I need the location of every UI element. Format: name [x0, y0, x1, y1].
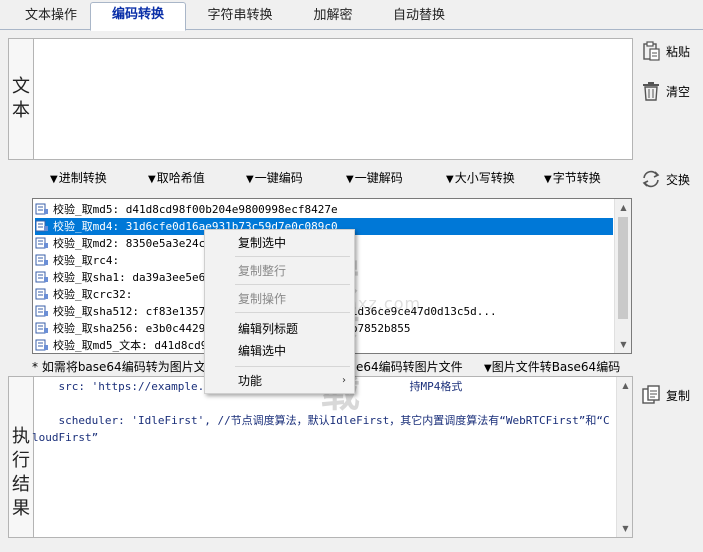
one-click-decode-button[interactable]: ▼一键解码	[346, 168, 403, 188]
copy-label: 复制	[666, 388, 691, 403]
tab-bar: 文本操作 编码转换 字符串转换 加解密 自动替换	[0, 0, 703, 31]
result-line: scheduler: 'IdleFirst', //节点调度算法，默认IdleF…	[32, 414, 610, 444]
tab-encoding[interactable]: 编码转换	[90, 2, 186, 31]
swap-button[interactable]: 交换	[640, 168, 690, 190]
paste-icon	[643, 41, 660, 61]
item-icon	[35, 322, 48, 334]
item-icon	[35, 203, 48, 215]
item-icon	[35, 237, 48, 249]
text-panel-label: 文本	[12, 76, 30, 121]
text-input[interactable]	[34, 39, 632, 159]
menu-copy-row[interactable]: 复制整行	[205, 260, 354, 282]
item-icon	[35, 288, 48, 300]
list-scrollbar[interactable]: ▲ ▼	[614, 199, 631, 353]
clear-label: 清空	[666, 84, 691, 99]
tab-text-ops[interactable]: 文本操作	[14, 4, 88, 30]
tab-string-convert[interactable]: 字符串转换	[192, 4, 288, 30]
tab-crypto[interactable]: 加解密	[296, 4, 370, 30]
item-icon	[35, 254, 48, 266]
list-item[interactable]: 校验_取md5: d41d8cd98f00b204e9800998ecf8427…	[35, 201, 613, 218]
byte-convert-button[interactable]: ▼字节转换	[544, 168, 601, 188]
menu-separator	[235, 312, 350, 313]
text-panel: 文本	[8, 38, 633, 160]
menu-edit-selected[interactable]: 编辑选中	[205, 340, 354, 362]
result-scrollbar[interactable]: ▲ ▼	[616, 377, 632, 537]
scroll-up-icon[interactable]: ▲	[615, 199, 631, 216]
menu-separator	[235, 256, 350, 257]
copy-icon	[642, 385, 660, 404]
case-convert-button[interactable]: ▼大小写转换	[446, 168, 515, 188]
item-icon	[35, 271, 48, 283]
result-text[interactable]: src: 'https://example.mp4', 持MP4格式 sched…	[32, 378, 615, 538]
chevron-right-icon: ›	[342, 375, 346, 386]
item-icon	[35, 339, 48, 351]
swap-icon	[642, 170, 660, 188]
hash-button[interactable]: ▼取哈希值	[148, 168, 205, 188]
image-to-base64-button[interactable]: ▼图片文件转Base64编码	[484, 358, 620, 376]
menu-separator	[235, 366, 350, 367]
radix-convert-button[interactable]: ▼进制转换	[50, 168, 107, 188]
scroll-up-icon[interactable]: ▲	[617, 377, 634, 394]
base64-hint: * 如需将base64编码转为图片文件	[32, 360, 218, 374]
trash-icon	[643, 82, 659, 101]
paste-label: 粘贴	[666, 44, 691, 59]
clear-button[interactable]: 清空	[640, 80, 690, 102]
menu-copy-operation[interactable]: 复制操作	[205, 288, 354, 310]
scroll-thumb[interactable]	[618, 217, 628, 319]
context-menu: 复制选中 复制整行 复制操作 编辑列标题 编辑选中 功能 ›	[204, 229, 355, 394]
menu-copy-selected[interactable]: 复制选中	[205, 232, 354, 254]
menu-function[interactable]: 功能 ›	[205, 370, 354, 392]
result-panel-label: 执行结果	[12, 426, 30, 519]
paste-button[interactable]: 粘贴	[640, 40, 690, 62]
menu-separator	[235, 284, 350, 285]
tab-auto-replace[interactable]: 自动替换	[378, 4, 460, 30]
scroll-down-icon[interactable]: ▼	[617, 520, 634, 537]
menu-edit-column-title[interactable]: 编辑列标题	[205, 318, 354, 340]
base64-to-image-button[interactable]: e64编码转图片文件	[356, 358, 463, 376]
swap-label: 交换	[666, 172, 691, 187]
one-click-encode-button[interactable]: ▼一键编码	[246, 168, 303, 188]
item-icon	[35, 305, 48, 317]
scroll-down-icon[interactable]: ▼	[615, 336, 631, 353]
copy-button[interactable]: 复制	[640, 384, 690, 406]
item-icon	[35, 220, 48, 232]
